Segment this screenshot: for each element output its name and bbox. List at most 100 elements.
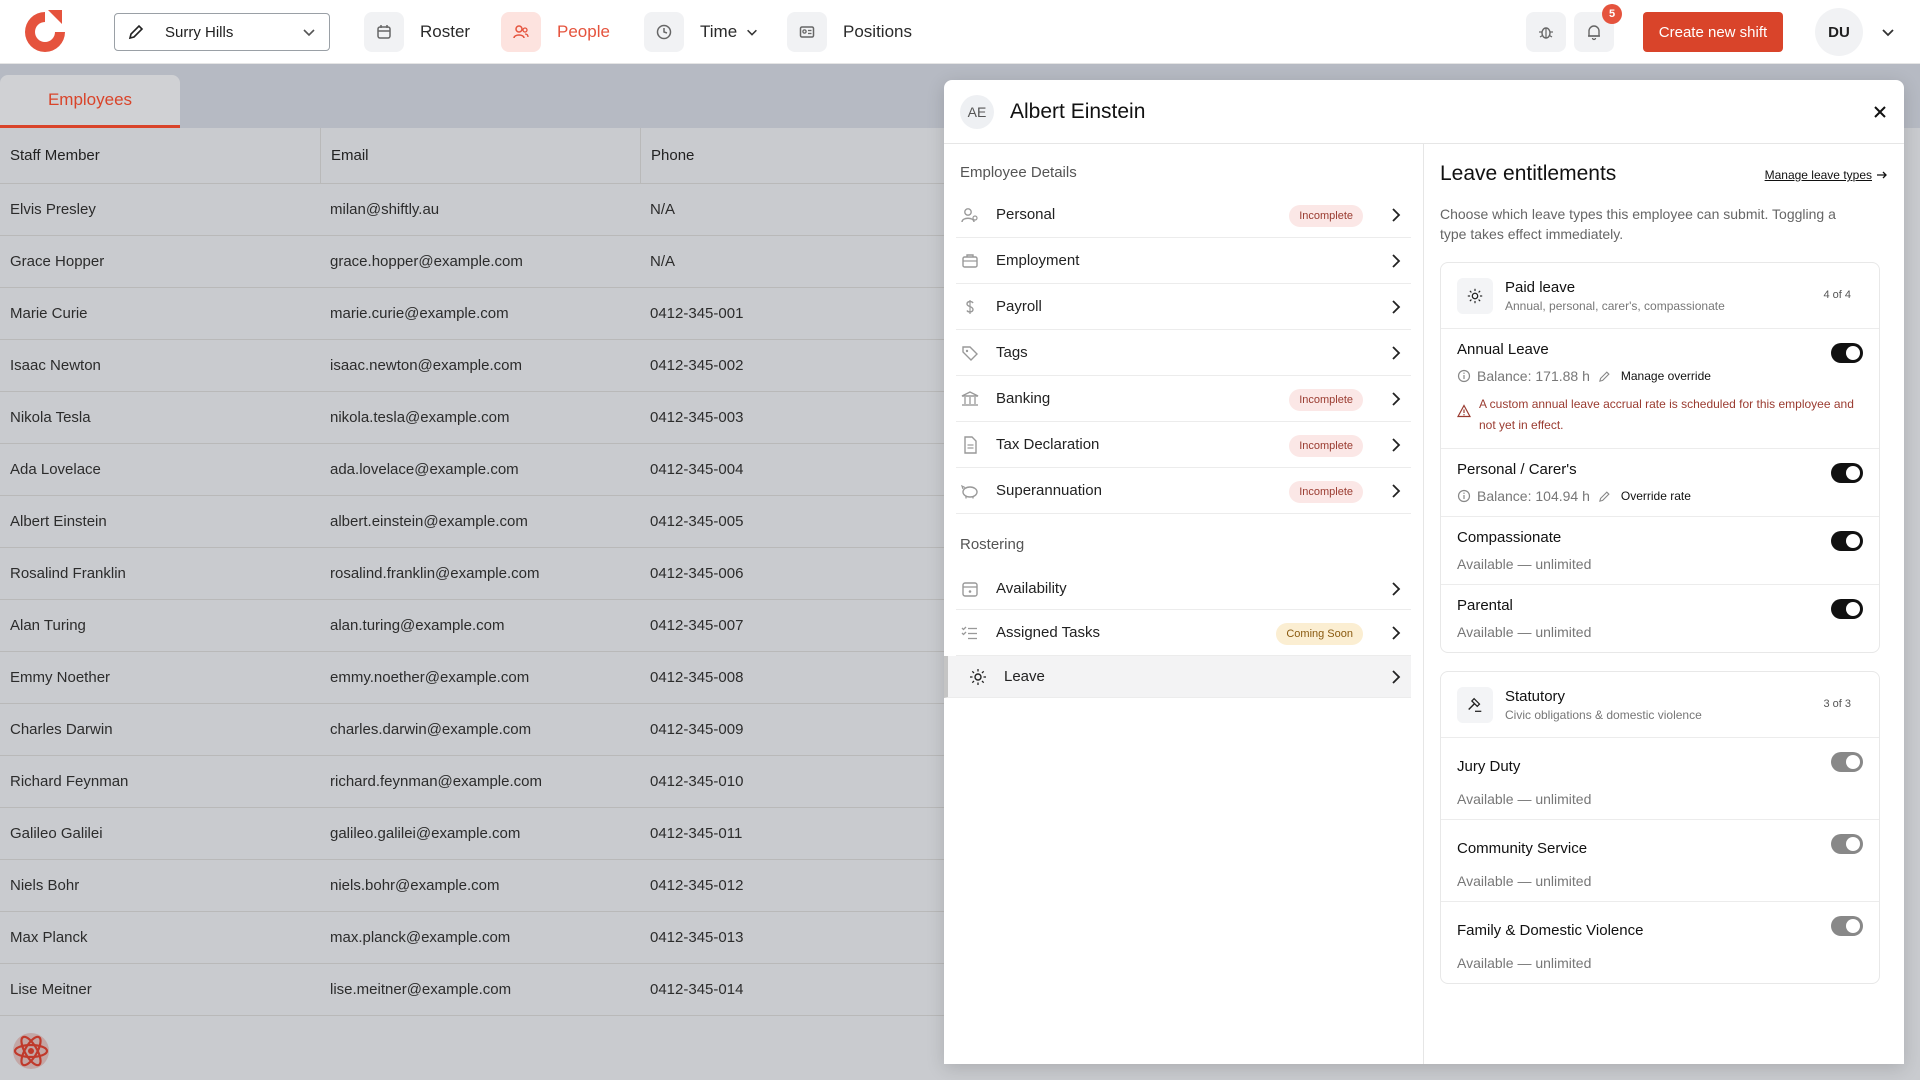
menu-item-label: Banking	[996, 390, 1051, 407]
column-header-phone[interactable]: Phone	[640, 128, 945, 183]
status-badge: Incomplete	[1289, 435, 1363, 457]
column-header-email[interactable]: Email	[320, 128, 640, 183]
cell-staff-member: Lise Meitner	[10, 981, 92, 998]
menu-item-availability[interactable]: Availability	[956, 568, 1411, 610]
table-row[interactable]: Grace Hopper grace.hopper@example.com N/A	[0, 236, 945, 288]
calendar-icon	[962, 581, 978, 597]
compassionate-leave-toggle[interactable]	[1831, 531, 1863, 551]
cell-staff-member: Grace Hopper	[10, 253, 105, 270]
notifications-button[interactable]: 5	[1574, 4, 1622, 52]
cell-staff-member: Rosalind Franklin	[10, 565, 126, 582]
leave-type-jury-duty: Jury Duty Available — unlimited	[1441, 738, 1879, 820]
table-row[interactable]: Marie Curie marie.curie@example.com 0412-3…	[0, 288, 945, 340]
family-domestic-violence-toggle[interactable]	[1831, 916, 1863, 936]
bug-report-button[interactable]	[1526, 12, 1566, 52]
leave-type-community-service: Community Service Available — unlimited	[1441, 820, 1879, 902]
cell-phone: 0412-345-001	[650, 305, 744, 322]
menu-item-tags[interactable]: Tags	[956, 330, 1411, 376]
table-row[interactable]: Galileo Galilei galileo.galilei@example.c…	[0, 808, 945, 860]
cell-staff-member: Marie Curie	[10, 305, 88, 322]
table-row[interactable]: Alan Turing alan.turing@example.com 0412-3…	[0, 600, 945, 652]
close-icon[interactable]	[1870, 102, 1890, 122]
paid-leave-header: Paid leave Annual, personal, carer's, co…	[1441, 263, 1879, 329]
nav-roster-label: Roster	[420, 22, 471, 41]
tag-icon	[962, 345, 978, 361]
chevron-right-icon	[1392, 670, 1401, 684]
pencil-icon[interactable]	[1598, 370, 1611, 383]
jury-duty-toggle[interactable]	[1831, 752, 1863, 772]
tab-employees[interactable]: Employees	[0, 75, 180, 128]
document-icon	[964, 435, 977, 454]
top-navigation-bar: Surry Hills Roster People Time Positions…	[0, 0, 1920, 64]
table-row[interactable]: Isaac Newton isaac.newton@example.com 0412…	[0, 340, 945, 392]
personal-leave-toggle[interactable]	[1831, 463, 1863, 483]
nav-roster[interactable]: Roster	[364, 12, 470, 52]
menu-item-banking[interactable]: Banking Incomplete	[956, 376, 1411, 422]
leave-availability: Available — unlimited	[1457, 955, 1592, 971]
column-header-staff-member[interactable]: Staff Member	[0, 128, 320, 183]
nav-people[interactable]: People	[501, 12, 610, 52]
menu-item-employment[interactable]: Employment	[956, 238, 1411, 284]
table-row[interactable]: Emmy Noether emmy.noether@example.com 0412…	[0, 652, 945, 704]
leave-entitlements-section: Leave entitlements Manage leave types Ch…	[1424, 144, 1904, 1064]
menu-item-label: Superannuation	[996, 482, 1102, 499]
table-row[interactable]: Nikola Tesla nikola.tesla@example.com 0412…	[0, 392, 945, 444]
table-row[interactable]: Niels Bohr niels.bohr@example.com 0412-345…	[0, 860, 945, 912]
table-row[interactable]: Elvis Presley milan@shiftly.au N/A	[0, 184, 945, 236]
dollar-icon	[966, 299, 974, 314]
table-row[interactable]: Lise Meitner lise.meitner@example.com 0412…	[0, 964, 945, 1016]
create-new-shift-button[interactable]: Create new shift	[1643, 12, 1783, 52]
cell-phone: 0412-345-010	[650, 773, 744, 790]
nav-time[interactable]: Time	[644, 12, 759, 52]
menu-item-label: Tags	[996, 344, 1028, 361]
manage-override-button[interactable]: Manage override	[1621, 369, 1711, 383]
chevron-right-icon	[1392, 484, 1401, 498]
cell-staff-member: Galileo Galilei	[10, 825, 103, 842]
manage-leave-types-link[interactable]: Manage leave types	[1765, 168, 1888, 182]
pencil-icon[interactable]	[1598, 490, 1611, 503]
table-row[interactable]: Ada Lovelace ada.lovelace@example.com 0412…	[0, 444, 945, 496]
menu-item-label: Payroll	[996, 298, 1042, 315]
employee-avatar: AE	[960, 94, 994, 129]
chevron-right-icon	[1392, 438, 1401, 452]
group-count: 3 of 3	[1823, 698, 1851, 710]
leave-type-name: Family & Domestic Violence	[1457, 922, 1644, 939]
cell-staff-member: Ada Lovelace	[10, 461, 101, 478]
leave-section-header: Leave entitlements Manage leave types	[1424, 144, 1904, 192]
table-row[interactable]: Rosalind Franklin rosalind.franklin@examp…	[0, 548, 945, 600]
cell-email: alan.turing@example.com	[330, 617, 505, 634]
cell-email: max.planck@example.com	[330, 929, 511, 946]
location-select[interactable]: Surry Hills	[114, 13, 330, 51]
community-service-toggle[interactable]	[1831, 834, 1863, 854]
nav-positions[interactable]: Positions	[787, 12, 912, 52]
menu-item-assigned-tasks[interactable]: Assigned Tasks Coming Soon	[956, 610, 1411, 656]
menu-item-superannuation[interactable]: Superannuation Incomplete	[956, 468, 1411, 514]
menu-item-leave[interactable]: Leave	[944, 656, 1411, 698]
cell-phone: 0412-345-009	[650, 721, 744, 738]
menu-item-personal[interactable]: Personal Incomplete	[956, 192, 1411, 238]
cell-staff-member: Niels Bohr	[10, 877, 80, 894]
menu-item-payroll[interactable]: Payroll	[956, 284, 1411, 330]
app-logo-icon[interactable]	[22, 8, 68, 56]
briefcase-icon	[962, 253, 978, 268]
annual-leave-toggle[interactable]	[1831, 343, 1863, 363]
override-rate-button[interactable]: Override rate	[1621, 489, 1691, 503]
cell-staff-member: Max Planck	[10, 929, 88, 946]
chevron-down-icon[interactable]	[1880, 24, 1896, 40]
table-row[interactable]: Albert Einstein albert.einstein@example.c…	[0, 496, 945, 548]
user-avatar[interactable]: DU	[1815, 8, 1863, 56]
menu-item-tax-declaration[interactable]: Tax Declaration Incomplete	[956, 422, 1411, 468]
cell-phone: N/A	[650, 253, 676, 270]
parental-leave-toggle[interactable]	[1831, 599, 1863, 619]
cell-staff-member: Emmy Noether	[10, 669, 111, 686]
menu-item-label: Personal	[996, 206, 1056, 223]
table-row[interactable]: Richard Feynman richard.feynman@example.c…	[0, 756, 945, 808]
user-icon	[961, 207, 978, 222]
table-row[interactable]: Max Planck max.planck@example.com 0412-345…	[0, 912, 945, 964]
leave-balance-row: Balance: 171.88 h Manage override	[1457, 368, 1863, 384]
react-devtools-icon[interactable]	[10, 1030, 52, 1072]
table-row[interactable]: Charles Darwin charles.darwin@example.com…	[0, 704, 945, 756]
pencil-icon	[128, 24, 144, 40]
cell-phone: 0412-345-013	[650, 929, 744, 946]
leave-availability: Available — unlimited	[1457, 873, 1592, 889]
